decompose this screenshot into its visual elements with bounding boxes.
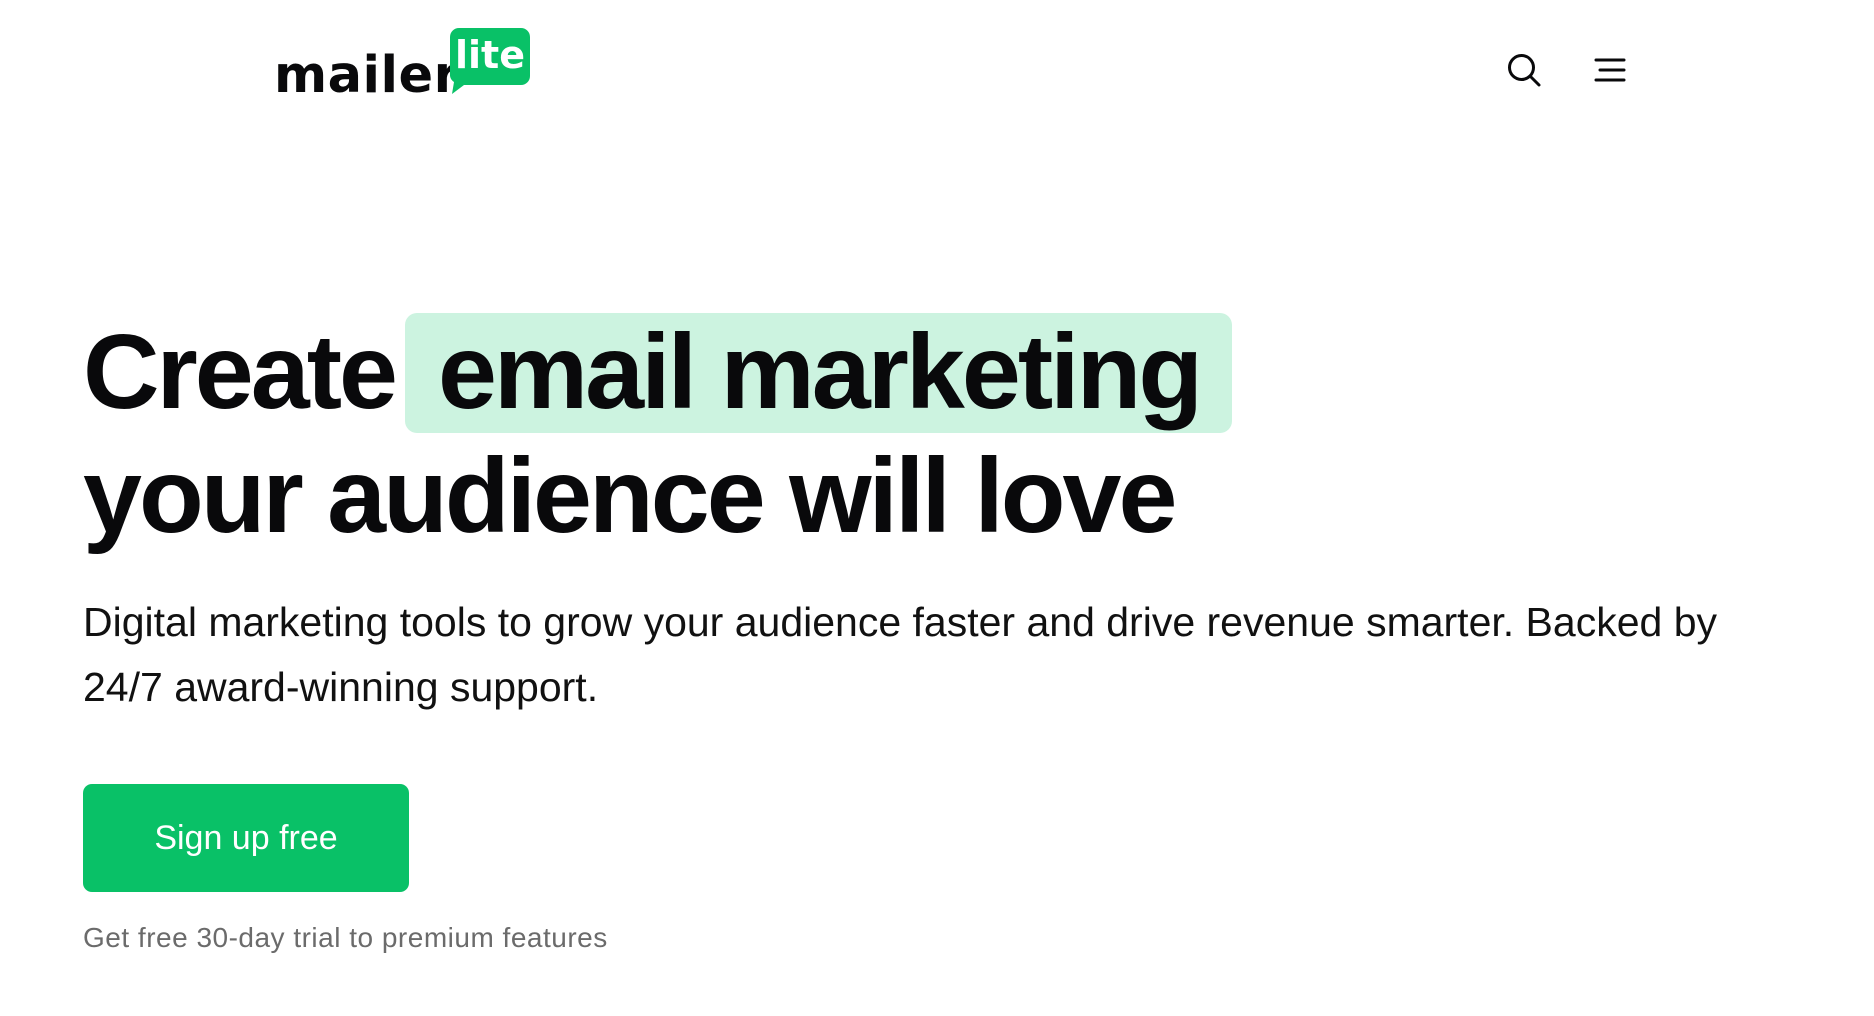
hero-subtitle: Digital marketing tools to grow your aud… [83,590,1843,720]
headline-highlight: email marketing [404,313,1233,433]
logo-badge-text: lite [455,33,525,77]
search-button[interactable] [1502,48,1546,92]
menu-icon [1594,58,1626,82]
logo-badge: lite [450,28,530,94]
page: mailer lite Create email marketing your a… [0,0,1874,1016]
search-icon [1508,54,1541,87]
menu-button[interactable] [1588,48,1632,92]
subtitle-line-1: Digital marketing tools to grow your aud… [83,599,1717,645]
headline-create: Create [83,313,398,431]
sign-up-free-button[interactable]: Sign up free [83,784,409,892]
trial-note: Get free 30-day trial to premium feature… [83,922,608,953]
hero-headline: Create email marketing your audience will… [83,310,1233,558]
subtitle-line-2: 24/7 award-winning support. [83,664,599,710]
logo-wordmark: mailer [274,46,460,105]
headline-line-1: Create email marketing [83,310,1233,434]
headline-line-2: your audience will love [83,437,1177,555]
